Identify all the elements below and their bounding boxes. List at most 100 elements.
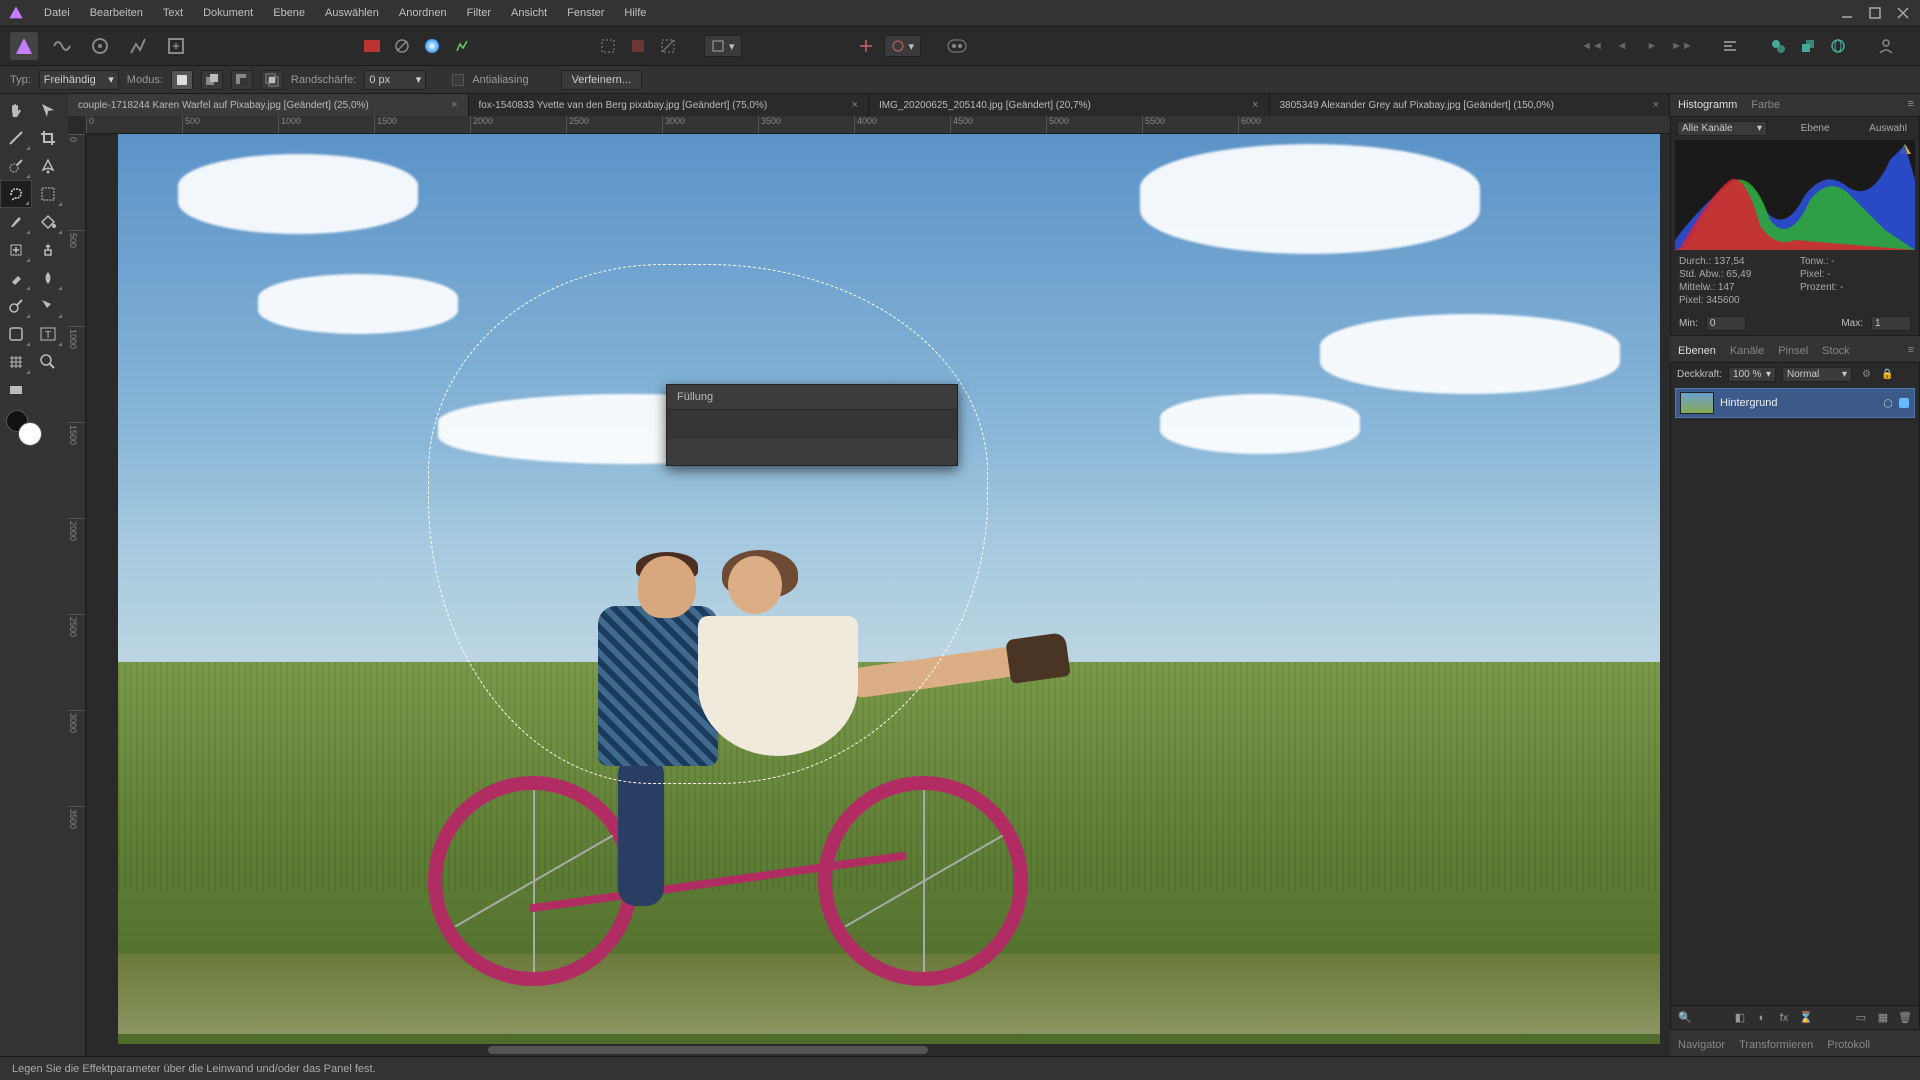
- hand-tool[interactable]: [0, 96, 32, 124]
- layer-row-hintergrund[interactable]: Hintergrund ⬡: [1675, 388, 1915, 418]
- menu-bearbeiten[interactable]: Bearbeiten: [80, 0, 153, 26]
- canvas[interactable]: Füllung: [118, 134, 1660, 1044]
- dodge-tool[interactable]: [0, 292, 32, 320]
- menu-ebene[interactable]: Ebene: [263, 0, 315, 26]
- doc-tab-2[interactable]: IMG_20200625_205140.jpg [Geändert] (20,7…: [869, 94, 1270, 116]
- tab-navigator[interactable]: Navigator: [1678, 1039, 1725, 1051]
- persona-export[interactable]: [162, 32, 190, 60]
- menu-fenster[interactable]: Fenster: [557, 0, 614, 26]
- canvas-viewport[interactable]: 0500100015002000250030003500400045005000…: [68, 116, 1670, 1056]
- tab-farbe[interactable]: Farbe: [1751, 99, 1780, 111]
- clone-tool[interactable]: [32, 236, 64, 264]
- maximize-icon[interactable]: [1866, 4, 1884, 22]
- layer-fx-icon[interactable]: ⚙: [1862, 369, 1871, 380]
- flood-select-tool[interactable]: [32, 152, 64, 180]
- tab-histogramm[interactable]: Histogramm: [1678, 99, 1737, 111]
- mode-subtract-icon[interactable]: [231, 70, 253, 90]
- move-tool[interactable]: [32, 96, 64, 124]
- delete-layer-icon[interactable]: 🗑: [1897, 1010, 1913, 1026]
- tab-kanaele[interactable]: Kanäle: [1730, 345, 1764, 357]
- panel-menu-icon[interactable]: ≡: [1908, 98, 1914, 110]
- menu-anordnen[interactable]: Anordnen: [389, 0, 457, 26]
- mesh-tool[interactable]: [0, 348, 32, 376]
- account-icon[interactable]: [1874, 34, 1898, 58]
- tab-pinsel[interactable]: Pinsel: [1778, 345, 1808, 357]
- add-pixel-layer-icon[interactable]: ▦: [1875, 1010, 1891, 1026]
- assistant-icon[interactable]: [945, 34, 969, 58]
- marquee-tool[interactable]: [32, 180, 64, 208]
- sel-rect-icon[interactable]: [596, 34, 620, 58]
- view-tool[interactable]: [0, 376, 32, 404]
- tab-stock[interactable]: Stock: [1822, 345, 1850, 357]
- arrange-backward-icon[interactable]: ◄: [1610, 34, 1634, 58]
- auto-levels-icon[interactable]: [450, 34, 474, 58]
- layer-link-icon[interactable]: ⬡: [1882, 397, 1894, 409]
- arrange-front-icon[interactable]: ►►: [1670, 34, 1694, 58]
- group-layer-icon[interactable]: ▭: [1853, 1010, 1869, 1026]
- pen-tool[interactable]: [32, 292, 64, 320]
- minimize-icon[interactable]: [1838, 4, 1856, 22]
- persona-develop[interactable]: [86, 32, 114, 60]
- color-swatches[interactable]: [0, 404, 68, 452]
- panel-menu-icon[interactable]: ≡: [1908, 344, 1914, 356]
- align-icon[interactable]: [1718, 34, 1742, 58]
- type-dropdown[interactable]: Freihändig▾: [39, 70, 119, 90]
- mode-new-icon[interactable]: [171, 70, 193, 90]
- snap-toggle-icon[interactable]: [854, 34, 878, 58]
- live-filter-icon[interactable]: ⌛: [1798, 1010, 1814, 1026]
- doc-tab-0[interactable]: couple-1718244 Karen Warfel auf Pixabay.…: [68, 94, 469, 116]
- menu-dokument[interactable]: Dokument: [193, 0, 263, 26]
- selection-brush-tool[interactable]: [0, 152, 32, 180]
- tab-close-icon[interactable]: ×: [852, 99, 858, 111]
- fill-tool[interactable]: [32, 208, 64, 236]
- arrange-back-icon[interactable]: ◄◄: [1580, 34, 1604, 58]
- menu-filter[interactable]: Filter: [457, 0, 501, 26]
- tab-close-icon[interactable]: ×: [1252, 99, 1258, 111]
- adjust-layer-icon[interactable]: ◐: [1754, 1010, 1770, 1026]
- mode-add-icon[interactable]: [201, 70, 223, 90]
- tab-ebenen[interactable]: Ebenen: [1678, 345, 1716, 357]
- hist-source-ebene[interactable]: Ebene: [1795, 121, 1836, 136]
- tab-protokoll[interactable]: Protokoll: [1827, 1039, 1870, 1051]
- tab-transformieren[interactable]: Transformieren: [1739, 1039, 1813, 1051]
- opacity-input[interactable]: 100 %▾: [1728, 367, 1776, 382]
- persona-liquify[interactable]: [48, 32, 76, 60]
- erase-tool[interactable]: [0, 264, 32, 292]
- persona-photo[interactable]: [10, 32, 38, 60]
- close-icon[interactable]: [1894, 4, 1912, 22]
- max-input[interactable]: [1871, 316, 1911, 331]
- sel-overlay-icon[interactable]: [626, 34, 650, 58]
- crop-tool[interactable]: [32, 124, 64, 152]
- hist-source-auswahl[interactable]: Auswahl: [1863, 121, 1913, 136]
- heal-tool[interactable]: [0, 236, 32, 264]
- zoom-tool[interactable]: [32, 348, 64, 376]
- sel-none-icon[interactable]: [656, 34, 680, 58]
- layer-search-icon[interactable]: 🔍: [1677, 1010, 1693, 1026]
- quickmask-dropdown[interactable]: ▾: [704, 35, 742, 57]
- layer-visibility-checkbox[interactable]: [1898, 397, 1910, 409]
- snap-options-dropdown[interactable]: ▾: [884, 35, 922, 57]
- fx-layer-icon[interactable]: fx: [1776, 1010, 1792, 1026]
- layer-lock-icon[interactable]: 🔒: [1881, 369, 1893, 380]
- no-color-icon[interactable]: [390, 34, 414, 58]
- min-input[interactable]: [1706, 316, 1746, 331]
- globe-icon[interactable]: [1826, 34, 1850, 58]
- menu-auswaehlen[interactable]: Auswählen: [315, 0, 389, 26]
- mask-layer-icon[interactable]: ◧: [1732, 1010, 1748, 1026]
- fill-dialog[interactable]: Füllung: [666, 384, 958, 466]
- tab-close-icon[interactable]: ×: [451, 99, 457, 111]
- menu-text[interactable]: Text: [153, 0, 193, 26]
- color-wheel-icon[interactable]: [420, 34, 444, 58]
- doc-tab-3[interactable]: 3805349 Alexander Grey auf Pixabay.jpg […: [1270, 94, 1671, 116]
- shape-tool[interactable]: [0, 320, 32, 348]
- blur-tool[interactable]: [32, 264, 64, 292]
- doc-tab-1[interactable]: fox-1540833 Yvette van den Berg pixabay.…: [469, 94, 870, 116]
- arrange-forward-icon[interactable]: ►: [1640, 34, 1664, 58]
- horizontal-scrollbar[interactable]: [488, 1046, 928, 1054]
- link-doc-icon[interactable]: [1766, 34, 1790, 58]
- color-picker-tool[interactable]: [0, 124, 32, 152]
- menu-ansicht[interactable]: Ansicht: [501, 0, 557, 26]
- text-tool[interactable]: T: [32, 320, 64, 348]
- swatch-red-icon[interactable]: [360, 34, 384, 58]
- freehand-selection-tool[interactable]: [0, 180, 32, 208]
